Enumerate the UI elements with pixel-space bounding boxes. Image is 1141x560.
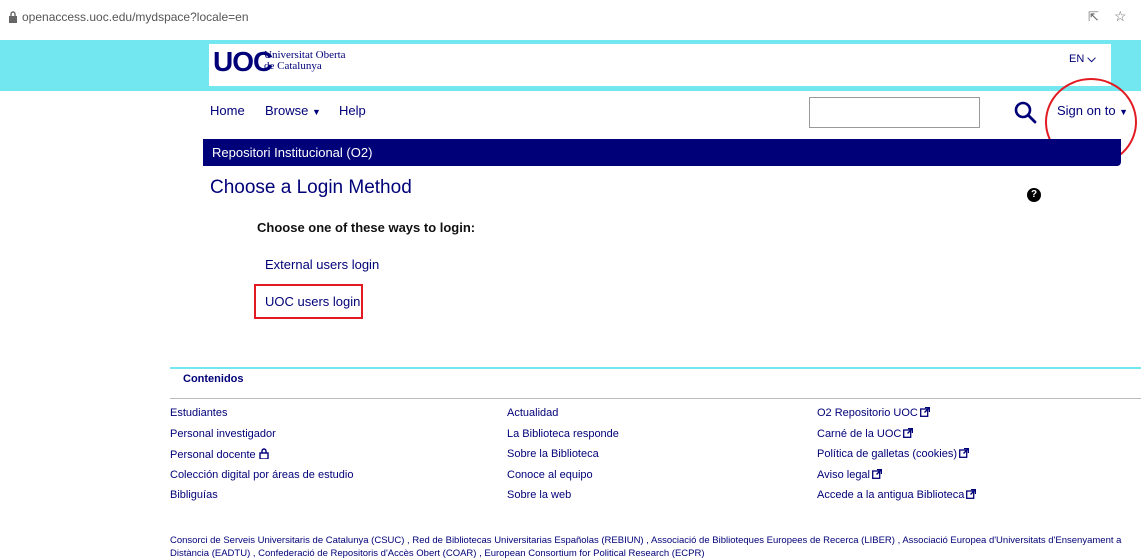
lock-icon xyxy=(9,11,17,23)
external-link-icon xyxy=(903,427,914,438)
footer-link[interactable]: Conoce al equipo xyxy=(507,469,619,490)
uoc-users-login-link[interactable]: UOC users login xyxy=(265,294,360,309)
footer-link[interactable]: Sobre la Biblioteca xyxy=(507,448,619,469)
language-label: EN xyxy=(1069,53,1085,65)
footer-link[interactable]: Bibliguías xyxy=(170,489,353,510)
nav-browse-label: Browse xyxy=(265,103,309,118)
help-icon[interactable]: ? xyxy=(1027,188,1041,202)
address-url[interactable]: openaccess.uoc.edu/mydspace?locale=en xyxy=(22,10,249,24)
consortium-note[interactable]: Consorci de Serveis Universitaris de Cat… xyxy=(170,534,1130,560)
external-users-login-link[interactable]: External users login xyxy=(265,257,379,272)
footer-link-external[interactable]: Accede a la antigua Biblioteca xyxy=(817,489,977,510)
footer-link[interactable]: La Biblioteca responde xyxy=(507,428,619,449)
footer-link-label: Carné de la UOC xyxy=(817,427,902,440)
nav-home[interactable]: Home xyxy=(210,103,245,118)
footer-link[interactable]: Estudiantes xyxy=(170,407,353,428)
university-name: Universitat Oberta de Catalunya xyxy=(264,50,346,72)
footer-link-label: Personal docente xyxy=(170,449,256,461)
footer-heading: Contenidos xyxy=(183,373,244,385)
footer-link[interactable]: Actualidad xyxy=(507,407,619,428)
footer-link[interactable]: Personal investigador xyxy=(170,428,353,449)
footer-link[interactable]: Sobre la web xyxy=(507,489,619,510)
lock-icon xyxy=(258,448,269,459)
footer-link-external[interactable]: Política de galletas (cookies) xyxy=(817,448,976,469)
share-icon[interactable]: ⇱ xyxy=(1088,9,1099,25)
footer-link-label: O2 Repositorio UOC xyxy=(817,407,918,419)
search-input[interactable] xyxy=(809,97,980,128)
bookmark-star-icon[interactable]: ☆ xyxy=(1114,8,1127,25)
footer-divider xyxy=(170,398,1141,399)
footer-link[interactable]: Colección digital por áreas de estudio xyxy=(170,469,353,490)
page-title: Choose a Login Method xyxy=(210,177,412,198)
search-icon[interactable] xyxy=(1013,100,1037,124)
university-name-line2: de Catalunya xyxy=(264,60,322,72)
external-link-icon xyxy=(919,407,930,417)
footer-column-2: Actualidad La Biblioteca responde Sobre … xyxy=(507,407,619,510)
language-selector[interactable]: EN ⌵ xyxy=(1069,53,1096,66)
chevron-down-icon: ⌵ xyxy=(1087,53,1096,65)
login-subtitle: Choose one of these ways to login: xyxy=(257,220,476,235)
nav-browse[interactable]: Browse ▼ xyxy=(265,103,321,118)
browser-address-bar[interactable]: openaccess.uoc.edu/mydspace?locale=en ⇱ … xyxy=(0,0,1141,40)
footer-link-label: Aviso legal xyxy=(817,468,870,481)
footer-column-1: Estudiantes Personal investigador Person… xyxy=(170,407,353,510)
footer-link-external[interactable]: Aviso legal xyxy=(817,468,976,490)
footer-link-label: Política de galletas (cookies) xyxy=(817,448,958,460)
external-link-icon xyxy=(966,489,977,499)
footer-link-label: Accede a la antigua Biblioteca xyxy=(817,489,965,501)
footer-column-3: O2 Repositorio UOC Carné de la UOC Polít… xyxy=(817,407,977,510)
external-link-icon xyxy=(959,448,970,458)
nav-help[interactable]: Help xyxy=(339,103,366,118)
footer-link-external[interactable]: O2 Repositorio UOC xyxy=(817,407,976,428)
caret-down-icon: ▼ xyxy=(311,107,321,117)
footer-link-external[interactable]: Carné de la UOC xyxy=(817,427,976,449)
external-link-icon xyxy=(872,468,882,479)
footer-top-rule xyxy=(170,367,1141,369)
footer-link-personal-docente[interactable]: Personal docente xyxy=(170,448,353,469)
repository-bar[interactable]: Repositori Institucional (O2) xyxy=(203,139,1121,166)
